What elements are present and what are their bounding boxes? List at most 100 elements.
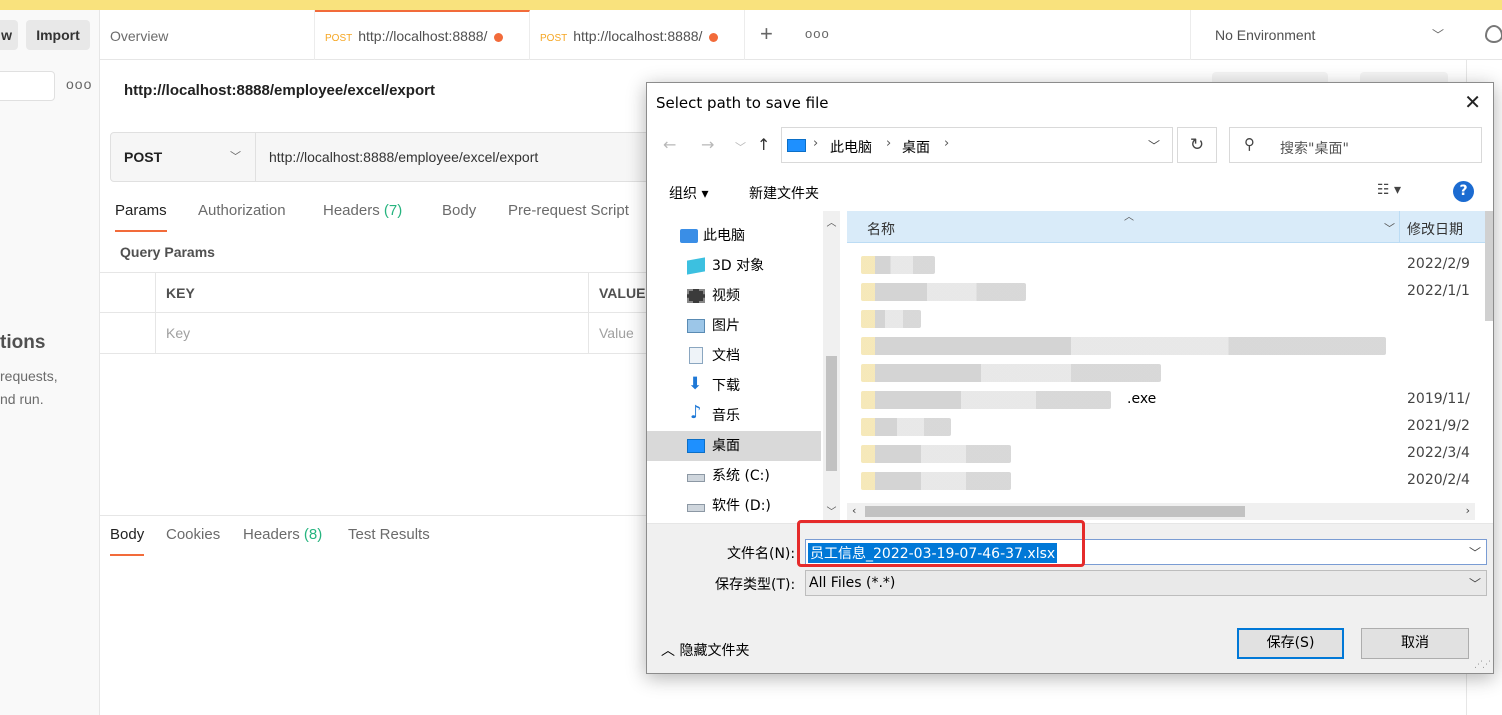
file-list-scroll-thumb[interactable]	[1485, 211, 1493, 321]
music-icon: ♪	[690, 402, 702, 423]
chevron-down-icon: ﹀	[1468, 577, 1481, 591]
drive-d-icon	[687, 504, 705, 512]
tree-item-downloads[interactable]: ⬇ 下载	[647, 371, 821, 401]
filetype-select[interactable]: All Files (*.*) ﹀	[805, 570, 1487, 596]
name-column-header[interactable]: 名称	[867, 219, 895, 239]
response-tab-body[interactable]: Body	[110, 526, 145, 556]
tree-scrollbar[interactable]: ︿ ﹀	[823, 211, 840, 521]
response-tab-test-results[interactable]: Test Results	[348, 526, 430, 556]
list-item[interactable]	[847, 333, 1492, 360]
view-options-icon[interactable]: ☷ ▾	[1377, 182, 1401, 198]
file-icon	[861, 391, 1111, 409]
up-arrow-icon[interactable]: ↑	[757, 135, 770, 154]
recent-locations-chevron-icon[interactable]: ﹀	[735, 139, 746, 155]
eye-icon[interactable]	[1485, 25, 1502, 43]
list-item[interactable]: 2021/9/2	[847, 414, 1492, 441]
chevron-down-icon[interactable]: ﹀	[1384, 220, 1395, 236]
help-icon[interactable]: ?	[1453, 181, 1474, 202]
chevron-down-icon[interactable]: ﹀	[1148, 137, 1160, 154]
horizontal-scroll-thumb[interactable]	[865, 506, 1245, 517]
tree-item-pictures[interactable]: 图片	[647, 311, 821, 341]
list-item[interactable]	[847, 360, 1492, 387]
filetype-label: 保存类型(T):	[715, 577, 796, 593]
sidebar-more-icon[interactable]: ooo	[66, 76, 92, 92]
tree-item-drive-c[interactable]: 系统 (C:)	[647, 461, 821, 491]
breadcrumb-this-pc[interactable]: 此电脑	[830, 137, 872, 157]
dialog-title: Select path to save file	[656, 94, 829, 112]
hide-folders-toggle[interactable]: ︿ 隐藏文件夹	[661, 640, 749, 660]
tree-item-label: 系统 (C:)	[712, 468, 770, 484]
tree-item-3d-objects[interactable]: 3D 对象	[647, 251, 821, 281]
tab-authorization[interactable]: Authorization	[198, 202, 286, 232]
chevron-down-icon: ﹀	[1431, 28, 1444, 42]
tree-item-videos[interactable]: 视频	[647, 281, 821, 311]
new-button[interactable]: w	[0, 20, 18, 50]
tree-item-label: 软件 (D:)	[712, 498, 771, 514]
list-item[interactable]	[847, 306, 1492, 333]
sidebar-search-input[interactable]	[0, 71, 55, 101]
navigation-tree: 此电脑 3D 对象 视频 图片 文档 ⬇ 下载 ♪ 音乐 桌面 系统 (C:) …	[647, 211, 823, 521]
environment-label: No Environment	[1215, 27, 1316, 43]
tab-params[interactable]: Params	[115, 202, 167, 232]
file-list-horizontal-scrollbar[interactable]: ‹ ›	[847, 503, 1475, 520]
tab-method-label: POST	[540, 33, 568, 44]
tab-request-1[interactable]: POST http://localhost:8888/	[315, 10, 530, 60]
address-bar[interactable]: › 此电脑 › 桌面 › ﹀	[781, 127, 1173, 163]
tree-item-label: 文档	[712, 348, 740, 364]
save-button[interactable]: 保存(S)	[1237, 628, 1344, 659]
new-folder-button[interactable]: 新建文件夹	[749, 183, 819, 203]
organize-button[interactable]: 组织 ▾	[669, 183, 708, 203]
list-item[interactable]: 2022/1/1	[847, 279, 1492, 306]
scroll-left-icon[interactable]: ‹	[852, 504, 856, 517]
tab-body[interactable]: Body	[442, 202, 476, 232]
breadcrumb-desktop[interactable]: 桌面	[902, 137, 930, 157]
tree-item-label: 图片	[712, 318, 740, 334]
tree-item-music[interactable]: ♪ 音乐	[647, 401, 821, 431]
search-box[interactable]: ⚲ 搜索"桌面"	[1229, 127, 1482, 163]
response-tab-headers[interactable]: Headers (8)	[243, 526, 322, 556]
tree-item-label: 3D 对象	[712, 258, 765, 274]
file-date: 2022/3/4	[1407, 445, 1470, 461]
tree-item-drive-d[interactable]: 软件 (D:)	[647, 491, 821, 521]
close-icon[interactable]: ✕	[1464, 90, 1481, 114]
list-item[interactable]: .exe 2019/11/	[847, 387, 1492, 414]
list-item[interactable]: 2020/2/4	[847, 468, 1492, 495]
tree-item-desktop[interactable]: 桌面	[647, 431, 821, 461]
import-button[interactable]: Import	[26, 20, 90, 50]
tab-overview[interactable]: Overview	[100, 10, 315, 60]
scroll-up-icon[interactable]: ︿	[823, 214, 840, 229]
tab-prerequest-script[interactable]: Pre-request Script	[508, 202, 629, 232]
chevron-down-icon[interactable]: ﹀	[1469, 544, 1481, 561]
new-tab-plus-icon[interactable]: +	[760, 22, 773, 46]
forward-arrow-icon[interactable]: →	[701, 135, 714, 154]
tabs-more-icon[interactable]: ooo	[805, 26, 830, 41]
scroll-down-icon[interactable]: ﹀	[823, 503, 840, 518]
cancel-button[interactable]: 取消	[1361, 628, 1469, 659]
url-input[interactable]: http://localhost:8888/employee/excel/exp…	[269, 133, 538, 181]
tree-item-this-pc[interactable]: 此电脑	[647, 221, 821, 251]
tab-request-2[interactable]: POST http://localhost:8888/	[530, 10, 745, 60]
pc-icon	[787, 139, 806, 152]
column-separator[interactable]	[1399, 211, 1400, 243]
refresh-icon[interactable]: ↻	[1177, 127, 1217, 163]
video-icon	[687, 289, 705, 303]
back-arrow-icon[interactable]: ←	[663, 135, 676, 154]
list-item[interactable]: 2022/2/9	[847, 252, 1492, 279]
scroll-right-icon[interactable]: ›	[1466, 504, 1470, 517]
response-tab-cookies[interactable]: Cookies	[166, 526, 220, 556]
date-column-header[interactable]: 修改日期	[1407, 219, 1463, 239]
method-select[interactable]: POST ﹀	[111, 133, 256, 181]
file-icon	[861, 472, 1011, 490]
tree-item-documents[interactable]: 文档	[647, 341, 821, 371]
sidebar-empty-text-1: requests,	[0, 368, 58, 384]
tab-headers[interactable]: Headers (7)	[323, 202, 402, 232]
tree-scroll-thumb[interactable]	[826, 356, 837, 471]
sort-ascending-icon: ︿	[1124, 212, 1134, 223]
list-item[interactable]: 2022/3/4	[847, 441, 1492, 468]
table-header-row: KEY VALUE	[100, 272, 660, 314]
environment-select[interactable]: No Environment ﹀	[1190, 10, 1460, 60]
response-divider[interactable]	[100, 515, 660, 516]
file-icon	[861, 418, 951, 436]
key-input[interactable]: Key	[155, 313, 588, 354]
resize-grip-icon[interactable]: ⋰⋰	[1474, 660, 1491, 670]
